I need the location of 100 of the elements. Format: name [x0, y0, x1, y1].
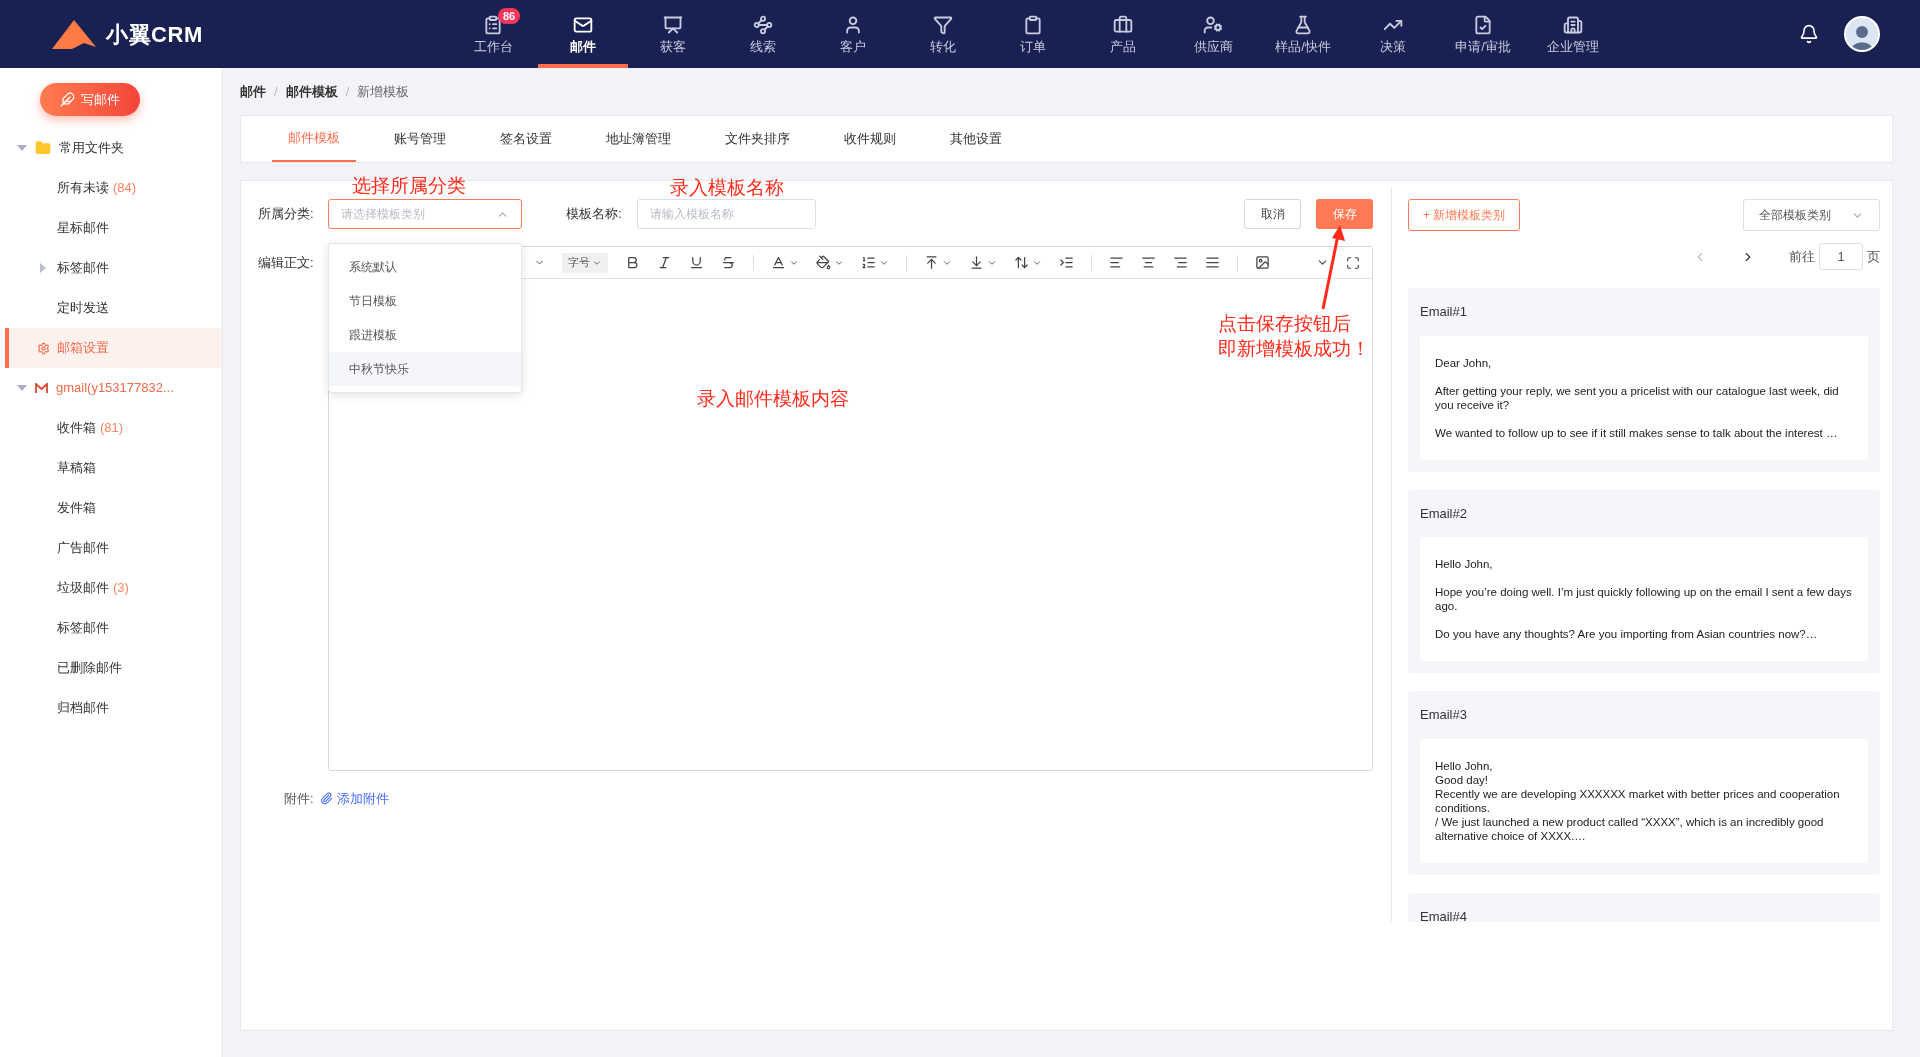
- font-color-dropdown[interactable]: [771, 255, 799, 270]
- bell-icon[interactable]: [1799, 24, 1819, 44]
- nav-tab[interactable]: 工作台 86: [448, 0, 538, 68]
- spacing-after-icon: [969, 255, 984, 270]
- dropdown-option[interactable]: 系统默认: [329, 250, 521, 284]
- flask-icon: [1293, 15, 1313, 35]
- sidebar-item[interactable]: 标签邮件: [0, 608, 222, 648]
- breadcrumb-separator: /: [274, 82, 278, 101]
- nav-tab[interactable]: 产品: [1078, 0, 1168, 68]
- mail-icon: [573, 15, 593, 35]
- italic-icon[interactable]: [657, 255, 672, 270]
- settings-tab[interactable]: 其他设置: [934, 116, 1018, 162]
- sidebar-item[interactable]: 标签邮件: [0, 248, 222, 288]
- align-center-icon[interactable]: [1141, 255, 1156, 270]
- sidebar-item[interactable]: 星标邮件: [0, 208, 222, 248]
- strikethrough-icon[interactable]: [721, 255, 736, 270]
- dropdown-option[interactable]: 跟进模板: [329, 318, 521, 352]
- breadcrumb-item[interactable]: 邮件模板: [285, 81, 338, 102]
- paperclip-icon: [319, 792, 333, 806]
- add-attachment-link[interactable]: 添加附件: [319, 789, 389, 809]
- font-size-select[interactable]: 字号: [562, 252, 608, 273]
- list-icon: [861, 255, 876, 270]
- line-height-dropdown[interactable]: [1014, 255, 1042, 270]
- presentation-icon: [663, 15, 683, 35]
- dropdown-option[interactable]: 中秋节快乐: [329, 352, 521, 386]
- file-check-icon: [1473, 15, 1493, 35]
- settings-tab[interactable]: 账号管理: [378, 116, 462, 162]
- nav-tab[interactable]: 企业管理: [1528, 0, 1618, 68]
- nav-tab[interactable]: 申请/审批: [1438, 0, 1528, 68]
- spacing-before-icon: [924, 255, 939, 270]
- indent-icon[interactable]: [1059, 255, 1074, 270]
- folder-group[interactable]: 常用文件夹: [0, 128, 222, 168]
- nav-tab[interactable]: 线索: [718, 0, 808, 68]
- nav-tab[interactable]: 邮件: [538, 0, 628, 68]
- fullscreen-icon[interactable]: [1346, 255, 1360, 270]
- sidebar-item[interactable]: 已删除邮件: [0, 648, 222, 688]
- avatar[interactable]: [1844, 16, 1880, 52]
- building-icon: [1563, 15, 1583, 35]
- sidebar-item[interactable]: 归档邮件: [0, 688, 222, 728]
- template-preview: Hello John, Good day! Recently we are developing XXXXXX market with better prices and cooperation conditions. / We just launched a new product called “XXXX”, which is an incredibly good alternative choice of XXXX.…: [1420, 738, 1868, 863]
- settings-tab[interactable]: 地址簿管理: [590, 116, 687, 162]
- fill-color-dropdown[interactable]: [816, 255, 844, 270]
- underline-icon[interactable]: [689, 255, 704, 270]
- settings-tab[interactable]: 签名设置: [484, 116, 568, 162]
- spacing-before-dropdown[interactable]: [924, 255, 952, 270]
- list-dropdown[interactable]: [861, 255, 889, 270]
- sidebar-item[interactable]: 所有未读 (84): [0, 168, 222, 208]
- image-icon[interactable]: [1255, 255, 1270, 270]
- spacing-after-dropdown[interactable]: [969, 255, 997, 270]
- bold-icon[interactable]: [625, 255, 640, 270]
- cancel-button[interactable]: 取消: [1244, 199, 1301, 229]
- settings-tab[interactable]: 收件规则: [828, 116, 912, 162]
- nav-tab[interactable]: 订单: [988, 0, 1078, 68]
- waypoints-icon: [753, 15, 773, 35]
- nav-tab[interactable]: 获客: [628, 0, 718, 68]
- template-preview: Hello John, Hope you’re doing well. I’m just quickly following up on the email I sent a few days ago. Do you have any thoughts? Are you importing from Asian countries now?…: [1420, 537, 1868, 661]
- fill-color-icon: [816, 255, 831, 270]
- sidebar-item[interactable]: 发件箱: [0, 488, 222, 528]
- briefcase-icon: [1113, 15, 1133, 35]
- nav-tab[interactable]: 样品/快件: [1258, 0, 1348, 68]
- filter-icon: [933, 15, 953, 35]
- template-title: Email#4: [1420, 907, 1468, 922]
- breadcrumb-item: 新增模板: [357, 82, 410, 101]
- align-justify-icon[interactable]: [1205, 255, 1220, 270]
- align-left-icon[interactable]: [1109, 255, 1124, 270]
- user-gear-icon: [1203, 15, 1223, 35]
- notification-badge: 86: [498, 8, 521, 24]
- folder-icon: [35, 140, 51, 156]
- sidebar-item[interactable]: 收件箱 (81): [0, 408, 222, 448]
- align-right-icon[interactable]: [1173, 255, 1188, 270]
- font-color-icon: [771, 255, 786, 270]
- clipboard-list-icon: [483, 15, 503, 35]
- template-preview: Dear John, After getting your reply, we sent you a pricelist with our catalogue last week, did you receive it? We wanted to follow up to see if it still makes sense to talk about the interest …: [1420, 335, 1868, 460]
- sidebar-item[interactable]: 草稿箱: [0, 448, 222, 488]
- dropdown-option[interactable]: 节日模板: [329, 284, 521, 318]
- annotation-text: 点击保存按钮后 即新增模板成功！: [1218, 312, 1370, 361]
- sidebar-item[interactable]: 广告邮件: [0, 528, 222, 568]
- page-number-field[interactable]: 1: [1819, 243, 1863, 270]
- category-filter-select[interactable]: 全部模板类别: [1743, 199, 1880, 231]
- goto-label: 前往: [1789, 247, 1815, 266]
- annotation-text: 录入模板名称: [670, 176, 784, 200]
- nav-tab[interactable]: 决策: [1348, 0, 1438, 68]
- template-title: Email#3: [1420, 706, 1468, 724]
- nav-tab[interactable]: 转化: [898, 0, 988, 68]
- gmail-icon: [35, 383, 48, 393]
- template-card[interactable]: Email#2 Hello John, Hope you’re doing well. I’m just quickly following up on the email I sent a few days ago. Do you have any thoughts? Are you importing from Asian countries now?…: [1408, 489, 1880, 673]
- settings-tab[interactable]: 文件夹排序: [709, 116, 806, 162]
- breadcrumb-item[interactable]: 邮件: [240, 81, 266, 102]
- page-suffix: 页: [1867, 247, 1880, 266]
- annotation-text: 录入邮件模板内容: [697, 387, 849, 411]
- user-icon: [843, 15, 863, 35]
- nav-tab[interactable]: 客户: [808, 0, 898, 68]
- template-title: Email#1: [1420, 303, 1468, 321]
- sidebar-item[interactable]: 定时发送: [0, 288, 222, 328]
- template-card[interactable]: Email#4: [1408, 892, 1880, 922]
- template-name-field[interactable]: 请输入模板名称: [637, 199, 816, 229]
- breadcrumb-separator: /: [345, 82, 350, 101]
- sidebar-item[interactable]: 垃圾邮件 (3): [0, 568, 222, 608]
- nav-tab[interactable]: 供应商: [1168, 0, 1258, 68]
- template-title: Email#2: [1420, 504, 1468, 523]
